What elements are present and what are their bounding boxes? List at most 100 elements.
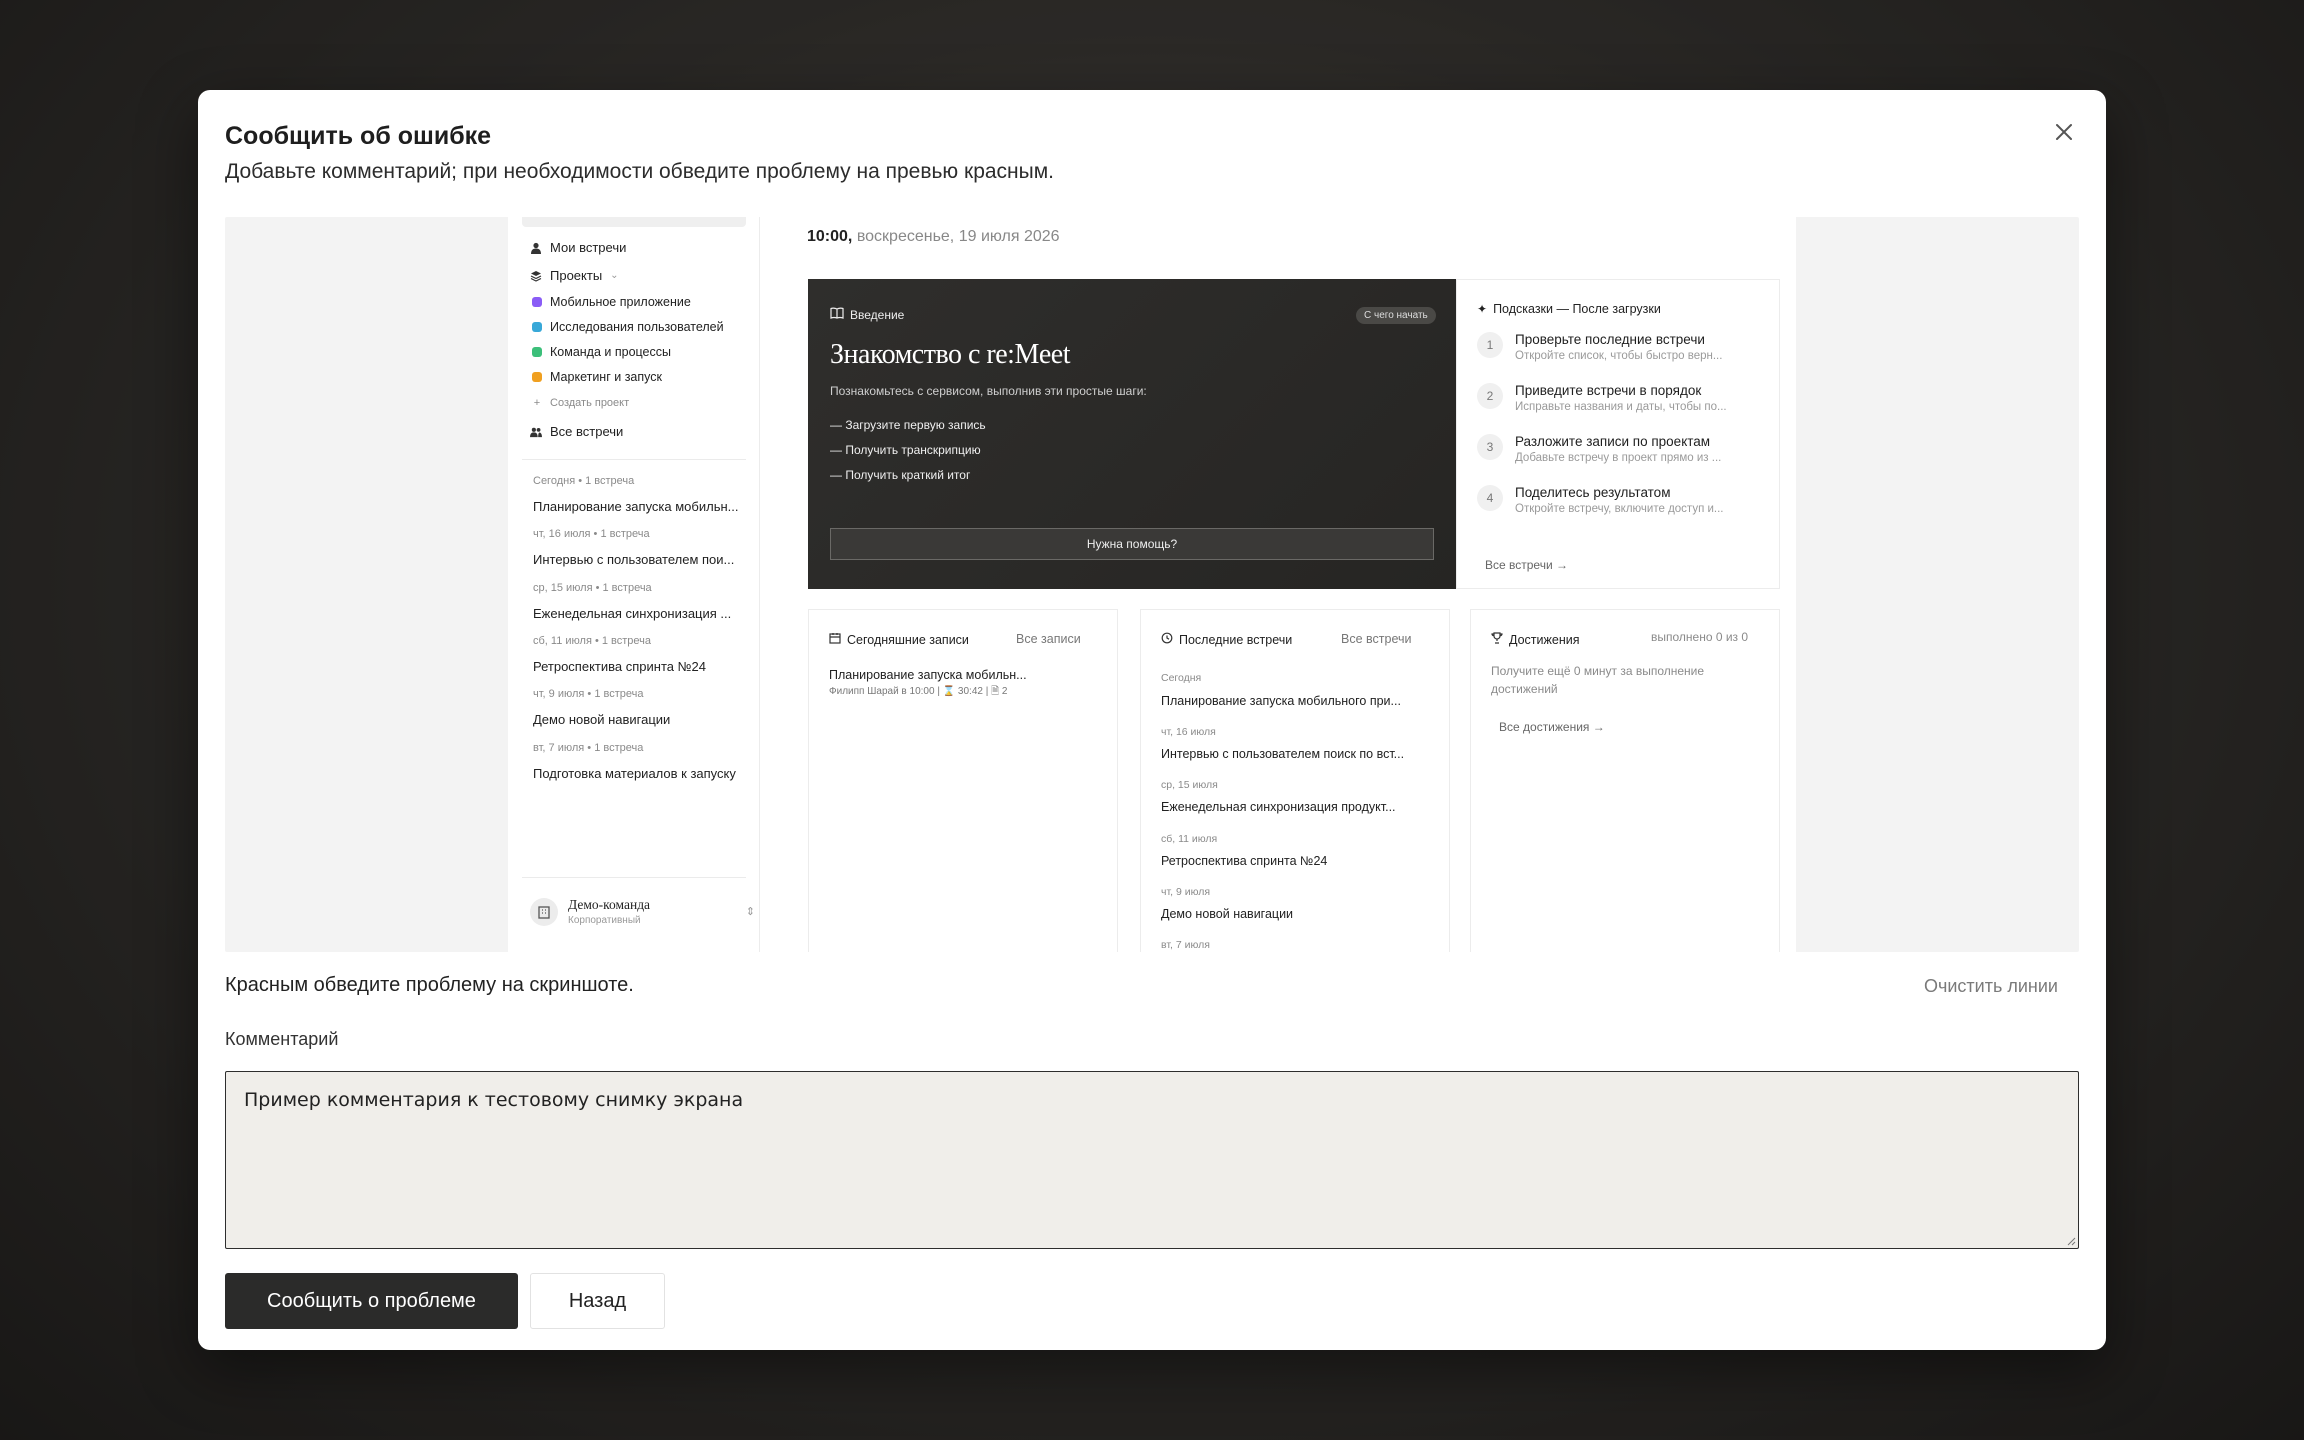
project-label: Маркетинг и запуск bbox=[550, 370, 662, 384]
tips-all-meetings-link: Все встречи → bbox=[1485, 558, 1568, 572]
tip-title: Разложите записи по проектам bbox=[1515, 434, 1711, 449]
intro-chip: С чего начать bbox=[1356, 307, 1436, 324]
project-label: Исследования пользователей bbox=[550, 320, 724, 334]
tip-desc: Исправьте названия и даты, чтобы по... bbox=[1515, 401, 1727, 413]
tip-number: 2 bbox=[1477, 383, 1503, 409]
dialog-subtitle: Добавьте комментарий; при необходимости … bbox=[225, 160, 1055, 183]
recent-meeting: Планирование запуска мобильн... bbox=[533, 499, 739, 514]
resize-handle-icon[interactable] bbox=[2066, 1236, 2076, 1246]
intro-card: Введение С чего начать Знакомство с re:M… bbox=[808, 279, 1456, 589]
close-icon[interactable] bbox=[2050, 118, 2078, 146]
rocket-icon bbox=[532, 297, 542, 307]
latest-date: вт, 7 июля bbox=[1161, 939, 1210, 951]
people-icon bbox=[530, 426, 542, 438]
latest-date: Сегодня bbox=[1161, 672, 1202, 684]
latest-heading-label: Последние встречи bbox=[1179, 632, 1293, 647]
tip-title: Приведите встречи в порядок bbox=[1515, 383, 1702, 398]
latest-title: Еженедельная синхронизация продукт... bbox=[1161, 800, 1396, 814]
back-button[interactable]: Назад bbox=[530, 1273, 665, 1329]
sidebar-label: Все встречи bbox=[550, 424, 624, 439]
achievements-card: Достижения выполнено 0 из 0 Получите ещё… bbox=[1470, 609, 1780, 952]
sidebar-project-item: Исследования пользователей bbox=[532, 320, 724, 334]
tip-number: 3 bbox=[1477, 434, 1503, 460]
sidebar-item-all-meetings: Все встречи bbox=[530, 424, 623, 439]
tip-title: Проверьте последние встречи bbox=[1515, 332, 1705, 347]
latest-date: сб, 11 июля bbox=[1161, 833, 1218, 845]
today-records-card: Сегодняшние записи Все записи Планирован… bbox=[808, 609, 1118, 952]
team-icon bbox=[532, 347, 542, 357]
latest-heading: Последние встречи bbox=[1161, 632, 1292, 647]
tips-heading-label: Подсказки — После загрузки bbox=[1493, 302, 1661, 316]
tip-number: 4 bbox=[1477, 485, 1503, 511]
recent-meeting: Интервью с пользователем пои... bbox=[533, 552, 735, 567]
layers-icon bbox=[530, 270, 542, 282]
today-record-meta: Филипп Шарай в 10:00 | ⌛ 30:42 | 🗎 2 bbox=[829, 686, 1008, 697]
submit-report-button[interactable]: Сообщить о проблеме bbox=[225, 1273, 518, 1329]
sidebar-divider bbox=[522, 459, 746, 460]
person-icon bbox=[530, 242, 542, 254]
recent-date: Сегодня • 1 встреча bbox=[533, 475, 635, 487]
sidebar-item-my-meetings: Мои встречи bbox=[530, 240, 626, 255]
tip-desc: Откройте список, чтобы быстро верн... bbox=[1515, 350, 1723, 362]
intro-tag: Введение bbox=[830, 307, 904, 322]
intro-step: — Получить краткий итог bbox=[830, 468, 971, 482]
preview-sidebar: Мои встречи Проекты ⌄ Мобильное приложен… bbox=[508, 217, 760, 952]
clear-lines-button[interactable]: Очистить линии bbox=[1924, 976, 2058, 997]
latest-title: Демо новой навигации bbox=[1161, 907, 1294, 921]
calendar-icon bbox=[829, 632, 841, 647]
date-label: воскресенье, 19 июля 2026 bbox=[852, 228, 1060, 245]
plus-icon: + bbox=[533, 397, 541, 409]
recent-meeting: Еженедельная синхронизация ... bbox=[533, 606, 732, 621]
latest-title: Ретроспектива спринта №24 bbox=[1161, 854, 1328, 868]
today-record-title: Планирование запуска мобильн... bbox=[829, 668, 1027, 682]
sidebar-label: Мои встречи bbox=[550, 240, 627, 255]
latest-date: ср, 15 июля bbox=[1161, 779, 1218, 791]
team-switcher: Демо-команда Корпоративный ⇕ bbox=[530, 897, 755, 926]
comment-textarea[interactable]: Пример комментария к тестовому снимку эк… bbox=[225, 1071, 2079, 1249]
achievements-desc: Получите ещё 0 минут за выполнение дости… bbox=[1491, 664, 1705, 696]
sidebar-divider bbox=[522, 877, 746, 878]
sidebar-project-item: Команда и процессы bbox=[532, 345, 671, 359]
screenshot-preview-canvas[interactable]: Мои встречи Проекты ⌄ Мобильное приложен… bbox=[225, 217, 2079, 952]
latest-title: Планирование запуска мобильного при... bbox=[1161, 694, 1401, 708]
tip-title: Поделитесь результатом bbox=[1515, 485, 1671, 500]
achievements-heading-label: Достижения bbox=[1509, 632, 1580, 647]
recent-date: вт, 7 июля • 1 встреча bbox=[533, 742, 644, 754]
chevron-down-icon: ⌄ bbox=[610, 270, 619, 281]
intro-text: Познакомьтесь с сервисом, выполнив эти п… bbox=[830, 384, 1147, 398]
create-project-label: Создать проект bbox=[550, 397, 630, 409]
intro-step: — Получить транскрипцию bbox=[830, 443, 981, 457]
latest-title: Интервью с пользователем поиск по вст... bbox=[1161, 747, 1405, 761]
dialog-title: Сообщить об ошибке bbox=[225, 122, 492, 150]
tip-item: 3 Разложите записи по проектам Добавьте вс… bbox=[1477, 434, 1773, 464]
page-datetime: 10:00, воскресенье, 19 июля 2026 bbox=[807, 228, 1060, 246]
intro-heading: Знакомство с re:Meet bbox=[830, 339, 1071, 370]
megaphone-icon bbox=[532, 372, 542, 382]
sidebar-create-project: + Создать проект bbox=[532, 397, 629, 409]
achievements-count: выполнено 0 из 0 bbox=[1651, 630, 1749, 644]
team-name: Демо-команда bbox=[568, 897, 651, 912]
trophy-icon bbox=[1491, 632, 1503, 647]
recent-date: ср, 15 июля • 1 встреча bbox=[533, 582, 652, 594]
recent-date: сб, 11 июля • 1 встреча bbox=[533, 635, 652, 647]
recent-meeting: Демо новой навигации bbox=[533, 712, 671, 727]
tip-desc: Добавьте встречу в проект прямо из ... bbox=[1515, 452, 1722, 464]
history-icon bbox=[1161, 632, 1173, 647]
achievements-heading: Достижения bbox=[1491, 632, 1579, 647]
project-label: Мобильное приложение bbox=[550, 295, 691, 309]
today-all-link: Все записи bbox=[1016, 632, 1081, 646]
building-icon bbox=[530, 897, 558, 926]
achievements-link: Все достижения → bbox=[1499, 720, 1605, 734]
time-label: 10:00, bbox=[807, 228, 853, 245]
report-issue-dialog: Сообщить об ошибке Добавьте комментарий;… bbox=[198, 90, 2106, 1350]
sidebar-project-item: Мобильное приложение bbox=[532, 295, 691, 309]
project-label: Команда и процессы bbox=[550, 345, 671, 359]
sidebar-project-item: Маркетинг и запуск bbox=[532, 370, 662, 384]
sidebar-item-projects: Проекты ⌄ bbox=[530, 268, 619, 283]
preview-search bbox=[522, 217, 746, 227]
chevron-updown-icon: ⇕ bbox=[745, 906, 755, 918]
recent-date: чт, 16 июля • 1 встреча bbox=[533, 528, 650, 540]
research-icon bbox=[532, 322, 542, 332]
comment-label: Комментарий bbox=[225, 1029, 339, 1049]
latest-date: чт, 9 июля bbox=[1161, 886, 1211, 898]
